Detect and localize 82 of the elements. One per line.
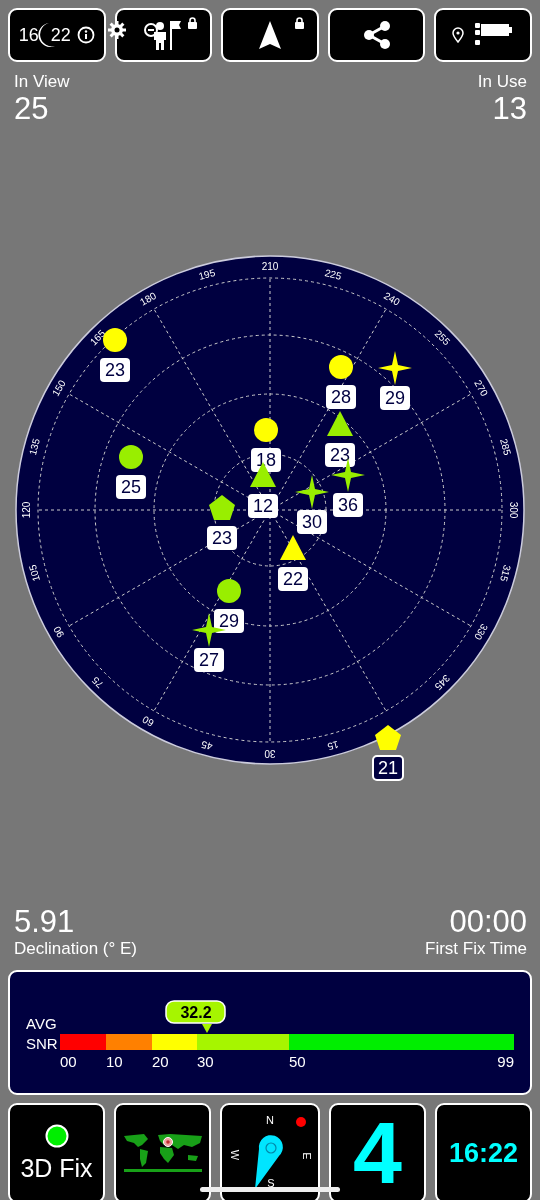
satellite-label: 22 xyxy=(278,567,308,591)
azimuth-label: 135 xyxy=(27,437,42,457)
satellite-label: 27 xyxy=(194,648,224,672)
scale-label: 20 xyxy=(152,1053,169,1070)
azimuth-label: 345 xyxy=(432,672,453,693)
count-tile[interactable]: 4 xyxy=(329,1103,426,1200)
clock-text: 16:22 xyxy=(448,1137,519,1169)
stat-label: Declination (° E) xyxy=(14,939,137,959)
azimuth-label: 225 xyxy=(323,267,343,282)
clock-tile[interactable]: 16:22 xyxy=(435,1103,532,1200)
azimuth-label: 45 xyxy=(200,738,214,753)
satellite-label: 23 xyxy=(100,358,130,382)
person-flag-icon xyxy=(143,19,184,51)
satellite-label: 23 xyxy=(325,443,355,467)
azimuth-label: 300 xyxy=(508,501,520,519)
azimuth-label: 240 xyxy=(381,289,402,308)
satellite-label: 29 xyxy=(214,609,244,633)
scale-label: 99 xyxy=(497,1053,514,1070)
scale-label: 00 xyxy=(60,1053,77,1070)
fix-status-icon xyxy=(44,1123,69,1148)
stat-value: 25 xyxy=(14,92,50,126)
stat-label: In Use xyxy=(477,72,527,92)
compass-letter: E xyxy=(301,1152,314,1160)
location-pin-icon xyxy=(452,27,465,43)
azimuth-label: 195 xyxy=(197,267,217,282)
compass-letter: N xyxy=(266,1113,274,1126)
toolbar-button[interactable]: 16 22 xyxy=(8,8,106,62)
settings-icon[interactable] xyxy=(108,21,126,39)
scale-label: 30 xyxy=(197,1053,214,1070)
azimuth-label: 75 xyxy=(89,674,106,691)
azimuth-label: 180 xyxy=(138,289,159,308)
scale-label: 50 xyxy=(289,1053,306,1070)
satellite-label: 18 xyxy=(251,448,281,472)
azimuth-label: 210 xyxy=(261,260,279,272)
compass-letter: W xyxy=(229,1149,242,1161)
navigation-arrow-icon xyxy=(258,20,282,50)
azimuth-label: 285 xyxy=(498,437,513,457)
lock-icon xyxy=(187,17,199,29)
azimuth-label: 30 xyxy=(264,748,276,760)
satellite-label: 28 xyxy=(326,385,356,409)
fix-label: 3D Fix xyxy=(20,1153,93,1183)
toolbar-button[interactable] xyxy=(221,8,319,62)
satellite-label: 25 xyxy=(116,475,146,499)
satellite-label: 36 xyxy=(333,493,363,517)
toolbar-button[interactable] xyxy=(327,8,426,62)
stat-label: First Fix Time xyxy=(425,939,527,959)
snr-label: SNR xyxy=(26,1034,58,1054)
fix-tile[interactable]: 3D Fix xyxy=(8,1103,105,1200)
satellite-count: 4 xyxy=(353,1108,402,1198)
toolbar-button[interactable] xyxy=(114,8,213,62)
snr-label: AVG xyxy=(26,1014,58,1034)
stat-value: 13 xyxy=(492,92,527,126)
time-text: 16 xyxy=(18,24,39,46)
azimuth-label: 90 xyxy=(51,624,67,640)
stat-value: 5.91 xyxy=(14,905,76,939)
satellite-label: 21 xyxy=(372,755,404,781)
azimuth-label: 150 xyxy=(49,378,68,399)
azimuth-label: 60 xyxy=(140,713,156,729)
azimuth-label: 270 xyxy=(472,378,491,399)
compass-tile[interactable]: N E S W xyxy=(220,1103,320,1200)
satellite-label: 12 xyxy=(248,494,278,518)
azimuth-label: 120 xyxy=(20,501,32,519)
satellite-label: 30 xyxy=(297,510,327,534)
info-icon xyxy=(76,26,95,44)
map-tile[interactable] xyxy=(114,1103,211,1200)
azimuth-label: 330 xyxy=(472,621,491,642)
toolbar-button[interactable] xyxy=(434,8,532,62)
stat-label: In View xyxy=(14,72,70,92)
scale-label: 10 xyxy=(106,1053,123,1070)
azimuth-label: 315 xyxy=(498,563,513,583)
azimuth-label: 15 xyxy=(326,738,340,753)
value-bubble: 32.2 xyxy=(165,1000,226,1024)
lock-icon xyxy=(293,17,305,29)
azimuth-label: 255 xyxy=(432,327,453,348)
stat-value: 00:00 xyxy=(449,905,527,939)
compass-letter: S xyxy=(267,1176,275,1189)
azimuth-label: 105 xyxy=(27,563,42,583)
azimuth-label: 165 xyxy=(87,327,108,348)
share-icon xyxy=(361,20,392,50)
satellite-label: 29 xyxy=(380,386,410,410)
satellite-label: 23 xyxy=(207,526,237,550)
time-text: 22 xyxy=(50,24,71,46)
